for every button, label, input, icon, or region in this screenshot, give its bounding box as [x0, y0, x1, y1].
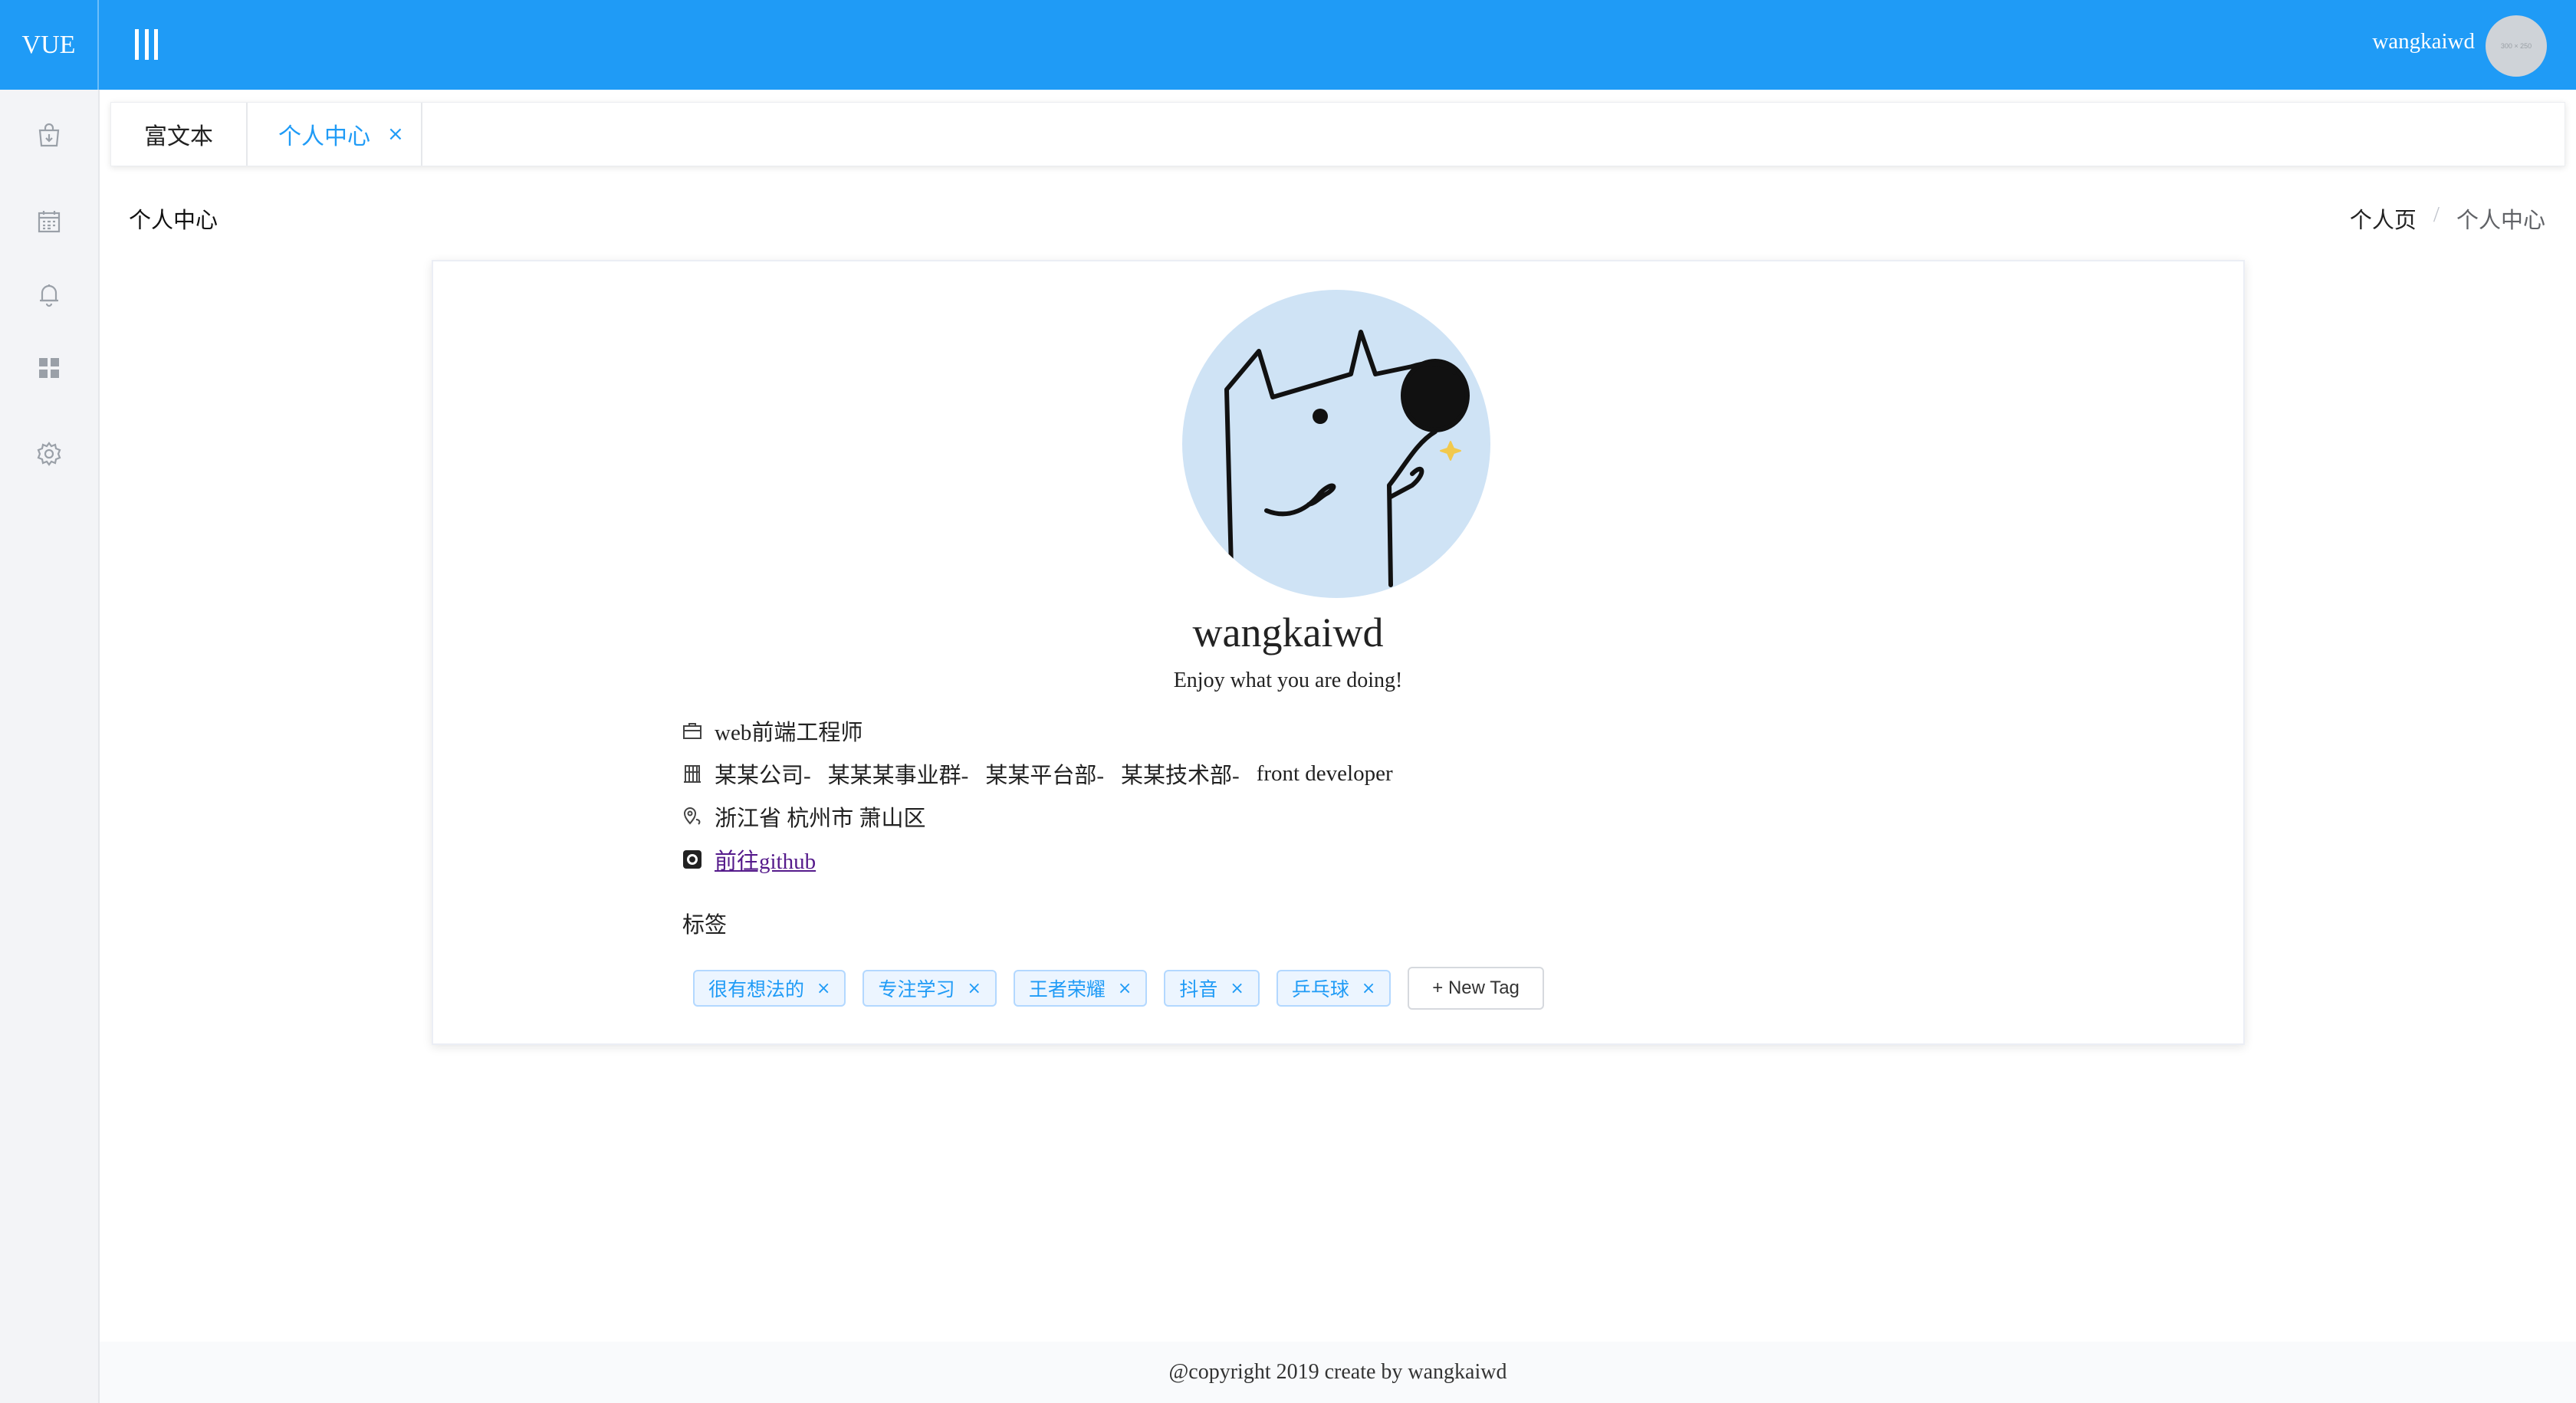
- breadcrumb-item-home[interactable]: 个人页: [2350, 202, 2417, 235]
- org-department: 某某技术部-: [1121, 764, 1240, 788]
- tag-label: 专注学习: [878, 980, 955, 1001]
- breadcrumb: 个人页 / 个人中心: [2350, 202, 2545, 235]
- breadcrumb-item-current: 个人中心: [2456, 209, 2545, 233]
- new-tag-button[interactable]: + New Tag: [1408, 967, 1544, 1010]
- profile-name: wangkaiwd: [1192, 610, 1384, 656]
- tag-close-icon[interactable]: ×: [1230, 979, 1244, 998]
- tab-label: 富文本: [144, 124, 213, 150]
- tag-item[interactable]: 专注学习 ×: [863, 970, 997, 1007]
- org-platform: 某某平台部-: [985, 764, 1105, 788]
- info-organization: 某某公司- 某某某事业群- 某某平台部- 某某技术部- front develo…: [682, 757, 1410, 790]
- tab-label: 个人中心: [278, 124, 370, 150]
- menu-toggle-icon[interactable]: [135, 29, 158, 60]
- briefcase-icon: [682, 721, 702, 741]
- profile-bio: Enjoy what you are doing!: [1173, 669, 1403, 692]
- tag-item[interactable]: 很有想法的 ×: [693, 970, 846, 1007]
- shopping-bag-icon[interactable]: [34, 120, 64, 151]
- info-github: 前往github: [682, 843, 816, 876]
- tag-item[interactable]: 抖音 ×: [1164, 970, 1260, 1007]
- tag-item[interactable]: 乒乓球 ×: [1276, 970, 1392, 1007]
- sidebar: [0, 90, 100, 1403]
- info-job: web前端工程师: [682, 715, 863, 747]
- org-role: front developer: [1256, 761, 1393, 786]
- header-username[interactable]: wangkaiwd: [2372, 29, 2475, 54]
- tab-personal-center[interactable]: 个人中心 ×: [246, 103, 422, 166]
- top-bar: VUE wangkaiwd 300 × 250: [0, 0, 2576, 90]
- header-avatar[interactable]: 300 × 250: [2486, 15, 2547, 77]
- org-group: 某某某事业群-: [827, 764, 969, 788]
- location-text: 浙江省 杭州市 萧山区: [715, 807, 926, 831]
- footer: @copyright 2019 create by wangkaiwd: [100, 1342, 2576, 1403]
- job-title: web前端工程师: [715, 721, 863, 745]
- github-link[interactable]: 前往github: [715, 843, 816, 876]
- tab-rich-text[interactable]: 富文本: [111, 103, 248, 166]
- tag-label: 抖音: [1179, 980, 1218, 1001]
- page-title: 个人中心: [129, 209, 219, 233]
- tab-close-icon[interactable]: ×: [387, 123, 404, 146]
- tag-label: 乒乓球: [1291, 980, 1349, 1001]
- footer-copyright: @copyright 2019 create by wangkaiwd: [1168, 1360, 1507, 1384]
- tags-list: 很有想法的 × 专注学习 × 王者荣耀 × 抖音 × 乒乓球 × + New T…: [693, 967, 1544, 1010]
- bell-icon[interactable]: [34, 279, 64, 310]
- tag-close-icon[interactable]: ×: [967, 979, 981, 998]
- tag-label: 王者荣耀: [1028, 980, 1106, 1001]
- org-company: 某某公司-: [715, 764, 811, 788]
- breadcrumb-separator: /: [2433, 202, 2440, 227]
- gear-icon[interactable]: [34, 439, 64, 469]
- grid-icon[interactable]: [34, 353, 64, 383]
- tabs-bar: 富文本 个人中心 ×: [110, 102, 2565, 166]
- app-logo[interactable]: VUE: [0, 0, 99, 90]
- location-icon: [682, 807, 702, 826]
- building-icon: [682, 764, 702, 784]
- tags-title: 标签: [682, 913, 728, 938]
- github-icon: [682, 849, 702, 869]
- calendar-icon[interactable]: [34, 206, 64, 237]
- tag-close-icon[interactable]: ×: [816, 979, 830, 998]
- profile-avatar: [1182, 290, 1490, 598]
- tag-close-icon[interactable]: ×: [1118, 979, 1132, 998]
- tag-close-icon[interactable]: ×: [1362, 979, 1375, 998]
- info-location: 浙江省 杭州市 萧山区: [682, 800, 926, 833]
- tag-item[interactable]: 王者荣耀 ×: [1013, 970, 1148, 1007]
- tag-label: 很有想法的: [708, 980, 805, 1001]
